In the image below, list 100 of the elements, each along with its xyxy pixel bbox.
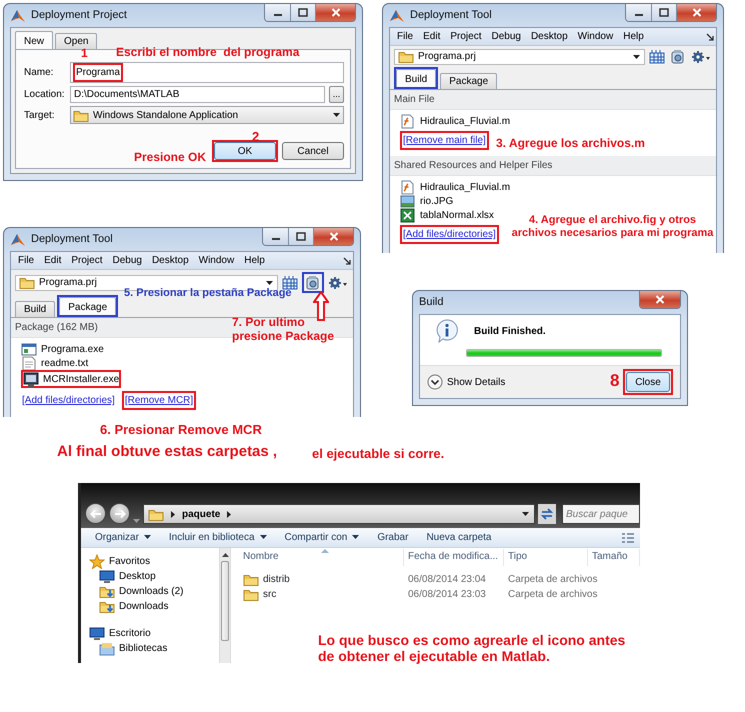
document-entry[interactable]: Hidraulica_Fluvial.m	[400, 180, 510, 194]
tree-item[interactable]: Favoritos	[89, 554, 150, 569]
tab[interactable]: New	[15, 31, 54, 49]
close-button[interactable]	[313, 228, 353, 245]
back-button[interactable]	[85, 503, 106, 524]
menu-item[interactable]: Edit	[39, 253, 66, 268]
tree-item[interactable]: Downloads (2)	[99, 584, 184, 599]
annotation-text: 4. Agregue el archivo.fig y otros archivos necesarios para mi programa	[510, 214, 714, 240]
tree-item[interactable]: Escritorio	[89, 626, 151, 641]
scrollbar[interactable]	[219, 548, 231, 663]
window-title: Deployment Project	[31, 8, 128, 24]
tab[interactable]: Package	[440, 73, 498, 89]
document-entry[interactable]: Programa.exe	[21, 342, 104, 356]
document-entry[interactable]: MCRInstaller.exe	[23, 372, 120, 386]
menu-item[interactable]: Desktop	[526, 29, 573, 44]
tab[interactable]: Package	[59, 297, 116, 315]
browse-button[interactable]: ...	[329, 86, 344, 103]
maximize-icon	[298, 8, 308, 17]
toolbar-button[interactable]: Incluir en biblioteca	[160, 530, 275, 545]
dialog-button[interactable]: Cancel	[282, 142, 344, 160]
date-cell: 06/08/2014 23:03	[408, 589, 486, 600]
minimize-button[interactable]	[626, 4, 651, 21]
undock-icon	[706, 32, 714, 40]
tree-item[interactable]: Downloads	[99, 599, 168, 614]
tab[interactable]: Build	[396, 69, 436, 87]
menu-item[interactable]: Desktop	[146, 253, 194, 268]
search-field[interactable]: Buscar paque	[562, 504, 640, 524]
toolbar-button[interactable]: Organizar	[87, 530, 159, 545]
file-name[interactable]: src	[263, 587, 276, 602]
column-header[interactable]: Fecha de modifica...	[404, 549, 504, 566]
settings-button[interactable]	[690, 48, 712, 65]
toolbar-button[interactable]: Compartir con	[276, 530, 368, 545]
refresh-button[interactable]	[538, 504, 556, 524]
close-button[interactable]	[640, 291, 680, 308]
link[interactable]: [Add files/directories]	[402, 227, 497, 242]
field-value: D:\Documents\MATLAB	[73, 88, 180, 102]
settings-button[interactable]	[327, 274, 349, 291]
dropdown[interactable]: Windows Standalone Application	[70, 106, 344, 124]
project-dropdown[interactable]: Programa.prj	[394, 48, 645, 64]
field-label: Location:	[24, 88, 66, 102]
show-details-button[interactable]: Show Details	[427, 374, 506, 390]
link[interactable]: [Remove MCR]	[124, 393, 194, 408]
close-dialog-button[interactable]: Close	[626, 372, 670, 392]
maximize-button[interactable]	[290, 4, 315, 21]
address-bar[interactable]: paquete	[143, 504, 535, 524]
menu-item[interactable]: Window	[194, 253, 240, 268]
dropdown-value: Windows Standalone Application	[93, 108, 240, 122]
caret-icon	[352, 535, 360, 540]
menu-item[interactable]: Edit	[418, 29, 446, 44]
maximize-button[interactable]	[651, 4, 676, 21]
application-file-icon	[21, 342, 37, 356]
input-field[interactable]: D:\Documents\MATLAB	[70, 86, 325, 103]
link[interactable]: [Remove main file]	[402, 133, 487, 148]
close-button[interactable]	[676, 4, 716, 21]
document-entry[interactable]: rio.JPG	[400, 194, 454, 208]
document-entry[interactable]: Hidraulica_Fluvial.m	[400, 114, 510, 128]
folder-icon	[398, 49, 414, 64]
type-cell: Carpeta de archivos	[508, 574, 598, 585]
toolbar-button[interactable]: Grabar	[369, 530, 416, 545]
forward-button[interactable]	[109, 503, 130, 524]
column-header[interactable]: Nombre	[239, 549, 404, 566]
sort-arrow-icon	[321, 549, 329, 553]
annotation-text: 7. Por ultimo presione Package	[232, 316, 336, 344]
menu-item[interactable]: Project	[445, 29, 486, 44]
menu-item[interactable]: Debug	[107, 253, 147, 268]
caption-text: Al final obtuve estas carpetas ,	[57, 443, 278, 460]
menu-item[interactable]: Debug	[486, 29, 526, 44]
minimize-button[interactable]	[265, 4, 290, 21]
caret-icon	[260, 535, 267, 540]
tree-item[interactable]: Desktop	[99, 569, 156, 584]
menu-item[interactable]: Window	[572, 29, 618, 44]
menu-item[interactable]: Help	[618, 29, 649, 44]
document-entry[interactable]: readme.txt	[21, 356, 88, 370]
document-entry[interactable]: tablaNormal.xlsx	[400, 208, 494, 222]
menu-item[interactable]: Project	[66, 253, 108, 268]
file-name[interactable]: distrib	[263, 572, 290, 587]
dialog-button[interactable]: OK	[214, 142, 276, 160]
toolbar-button[interactable]: Nueva carpeta	[418, 530, 500, 545]
window-title: Build	[419, 295, 444, 310]
menu-item[interactable]: Help	[239, 253, 270, 268]
menu-item[interactable]: File	[13, 253, 40, 268]
tab[interactable]: Build	[15, 301, 56, 317]
tab[interactable]: Open	[55, 33, 98, 49]
link[interactable]: [Add files/directories]	[21, 393, 116, 408]
column-header[interactable]: Tipo	[504, 549, 588, 566]
minimize-button[interactable]	[263, 228, 288, 245]
input-field[interactable]: Programa	[70, 62, 344, 83]
back-arrow-icon	[90, 508, 102, 518]
build-button[interactable]	[648, 48, 666, 65]
close-button[interactable]	[315, 4, 355, 21]
breadcrumb-item[interactable]: paquete	[182, 506, 220, 522]
download-folder-icon	[99, 599, 115, 614]
date-cell: 06/08/2014 23:04	[408, 574, 486, 585]
download-folder-icon	[99, 584, 115, 599]
tree-item[interactable]: Bibliotecas	[99, 641, 168, 656]
chevron-right-icon	[226, 510, 232, 518]
maximize-button[interactable]	[288, 228, 313, 245]
column-header[interactable]: Tamaño	[588, 549, 640, 566]
function-file-icon	[400, 180, 416, 194]
menu-item[interactable]: File	[392, 29, 418, 44]
